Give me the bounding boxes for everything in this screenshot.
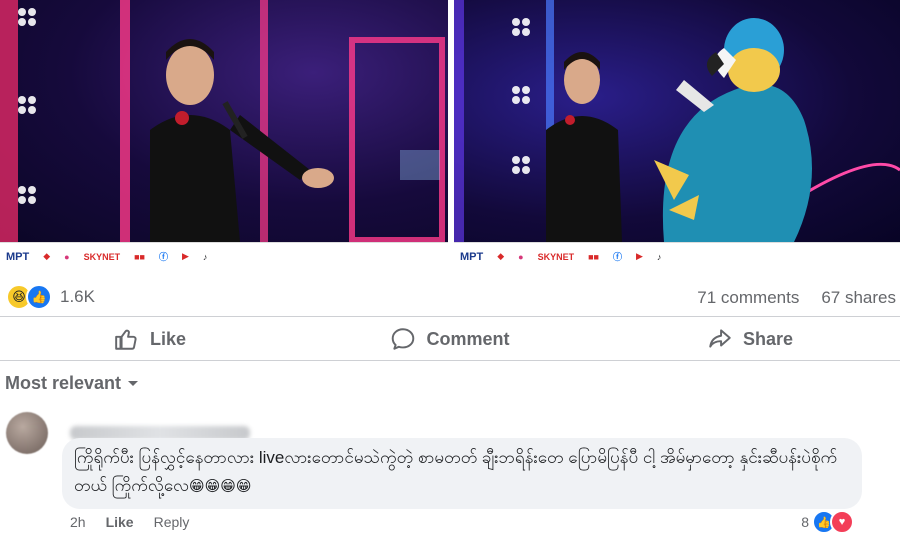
reaction-count: 1.6K (60, 287, 95, 306)
post-stats: 😆 👍 1.6K 71 comments 67 shares (0, 284, 900, 312)
share-button[interactable]: Share (600, 320, 900, 358)
sponsor-mpt-logo: MPT (6, 250, 30, 263)
caret-down-icon (128, 380, 139, 386)
post-photo-1[interactable] (0, 0, 448, 242)
sponsor-skynet-logo: SKYNET (537, 251, 575, 262)
youtube-icon: ▶ (182, 251, 189, 261)
sponsor-logo: ● (518, 251, 524, 262)
sponsor-logo: ◆ (497, 251, 505, 261)
youtube-icon: ▶ (636, 251, 643, 261)
sponsor-logo: ● (64, 251, 70, 262)
stage-scene-illustration (454, 0, 900, 242)
sponsor-logo: ■■ (134, 251, 145, 262)
comments-count-link[interactable]: 71 comments (697, 288, 799, 308)
reaction-summary[interactable]: 😆 👍 1.6K (6, 284, 95, 310)
shares-count-link[interactable]: 67 shares (821, 288, 896, 308)
divider (0, 360, 900, 361)
comment-like-link[interactable]: Like (106, 514, 134, 530)
divider (0, 316, 900, 317)
sponsor-skynet-logo: SKYNET (83, 251, 121, 262)
comment-meta: 2h Like Reply (70, 514, 189, 530)
like-reaction-icon: 👍 (26, 284, 52, 310)
comment-reaction-summary[interactable]: 8 👍 ♥ (801, 510, 854, 534)
like-button[interactable]: Like (0, 320, 300, 358)
sort-label: Most relevant (5, 373, 122, 393)
comment-reply-link[interactable]: Reply (154, 514, 190, 530)
comment-sort-dropdown[interactable]: Most relevant (5, 373, 139, 394)
avatar[interactable] (6, 412, 48, 454)
thumbs-up-icon (115, 329, 137, 350)
tiktok-icon: ♪ (656, 251, 662, 262)
sponsor-logo: ◆ (43, 251, 51, 261)
engagement-counts: 71 comments 67 shares (697, 288, 896, 308)
comment-button-label: Comment (426, 328, 510, 349)
post-action-bar: Like Comment Share (0, 320, 900, 358)
facebook-icon: ⓕ (612, 252, 622, 262)
comment-timestamp[interactable]: 2h (70, 514, 86, 530)
post-photo-grid: MPT ◆ ● SKYNET ■■ ⓕ ▶ ♪ MPT ◆ ● SKYNET ■… (0, 0, 900, 270)
sponsor-logo: ■■ (588, 251, 599, 262)
post-photo-2[interactable] (454, 0, 900, 242)
like-button-label: Like (149, 328, 187, 349)
comment-bubble: ကြိုရိုက်ပီး ပြန်လွှင့်နေတာလား liveလား‌တ… (62, 438, 862, 509)
stage-scene-illustration (0, 0, 445, 242)
tiktok-icon: ♪ (202, 251, 208, 262)
share-arrow-icon (709, 329, 731, 348)
facebook-icon: ⓕ (158, 252, 168, 262)
sponsor-strip: MPT ◆ ● SKYNET ■■ ⓕ ▶ ♪ (0, 242, 448, 270)
comment-reaction-count: 8 (801, 514, 809, 530)
sponsor-mpt-logo: MPT (460, 250, 484, 263)
share-button-label: Share (742, 328, 794, 349)
love-reaction-icon: ♥ (830, 510, 854, 534)
comment-button[interactable]: Comment (300, 320, 600, 358)
comment-bubble-icon (392, 328, 415, 350)
comment-emojis: 😁😁😁😁 (189, 478, 252, 495)
sponsor-strip: MPT ◆ ● SKYNET ■■ ⓕ ▶ ♪ (454, 242, 900, 270)
